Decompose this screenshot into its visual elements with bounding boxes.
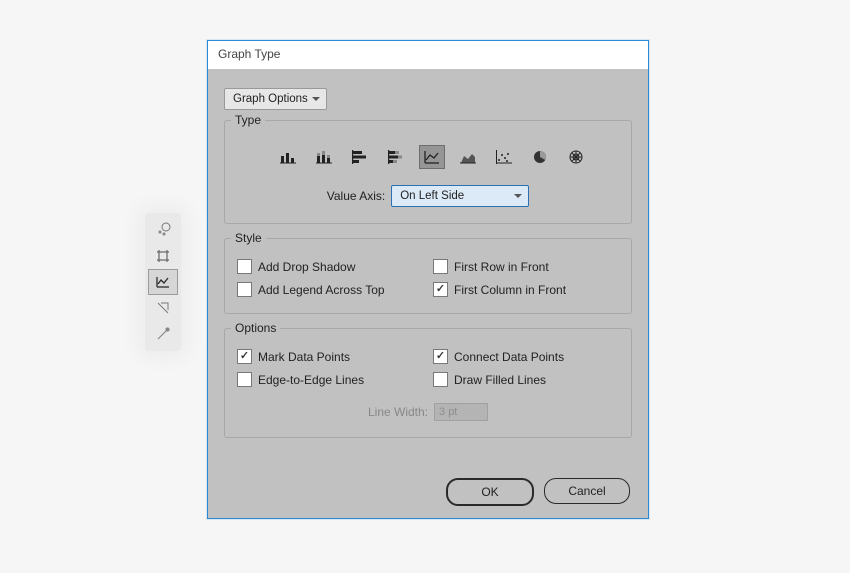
checkbox-label: Draw Filled Lines — [454, 373, 546, 387]
value-axis-value: On Left Side — [400, 190, 464, 202]
dialog-buttons: OK Cancel — [224, 478, 632, 506]
checkbox-label: Edge-to-Edge Lines — [258, 373, 364, 387]
checkbox-label: Add Drop Shadow — [258, 260, 355, 274]
group-style-legend: Style — [231, 231, 266, 245]
checkbox-first-row-in-front[interactable]: First Row in Front — [433, 259, 619, 274]
ok-button[interactable]: OK — [446, 478, 534, 506]
area-graph-icon[interactable] — [455, 145, 481, 169]
cancel-button[interactable]: Cancel — [544, 478, 630, 504]
checkbox-label: Mark Data Points — [258, 350, 350, 364]
line-width-input: 3 pt — [434, 403, 488, 421]
graph-type-dialog: Graph Type Graph Options Type — [207, 40, 649, 519]
group-style: Style Add Drop Shadow First Row in Front… — [224, 238, 632, 314]
checkbox-label: Add Legend Across Top — [258, 283, 385, 297]
dialog-body: Graph Options Type — [208, 70, 648, 518]
column-graph-icon[interactable] — [275, 145, 301, 169]
slice-tool-icon[interactable] — [148, 295, 178, 321]
value-axis-label: Value Axis: — [327, 189, 385, 203]
graph-options-select-label: Graph Options — [233, 93, 308, 105]
checkbox-mark-data-points[interactable]: Mark Data Points — [237, 349, 423, 364]
group-type-legend: Type — [231, 113, 265, 127]
eyedropper-tool-icon[interactable] — [148, 321, 178, 347]
graph-type-row — [275, 145, 619, 169]
spray-tool-icon[interactable] — [148, 217, 178, 243]
bar-graph-icon[interactable] — [347, 145, 373, 169]
group-options-legend: Options — [231, 321, 280, 335]
checkbox-label: First Column in Front — [454, 283, 566, 297]
pie-graph-icon[interactable] — [527, 145, 553, 169]
group-type: Type — [224, 120, 632, 224]
group-options: Options Mark Data Points Connect Data Po… — [224, 328, 632, 438]
checkbox-add-legend-across-top[interactable]: Add Legend Across Top — [237, 282, 423, 297]
graph-options-select[interactable]: Graph Options — [224, 88, 327, 110]
checkbox-edge-to-edge-lines[interactable]: Edge-to-Edge Lines — [237, 372, 423, 387]
stacked-bar-graph-icon[interactable] — [383, 145, 409, 169]
tool-palette — [145, 213, 181, 351]
cancel-button-label: Cancel — [568, 484, 605, 498]
checkbox-label: First Row in Front — [454, 260, 549, 274]
line-graph-icon[interactable] — [419, 145, 445, 169]
radar-graph-icon[interactable] — [563, 145, 589, 169]
artboard-tool-icon[interactable] — [148, 243, 178, 269]
checkbox-draw-filled-lines[interactable]: Draw Filled Lines — [433, 372, 619, 387]
dialog-title: Graph Type — [208, 41, 648, 70]
checkbox-connect-data-points[interactable]: Connect Data Points — [433, 349, 619, 364]
checkbox-label: Connect Data Points — [454, 350, 564, 364]
checkbox-first-column-in-front[interactable]: First Column in Front — [433, 282, 619, 297]
graph-tool-icon[interactable] — [148, 269, 178, 295]
stacked-column-graph-icon[interactable] — [311, 145, 337, 169]
line-width-label: Line Width: — [368, 405, 428, 419]
line-width-value: 3 pt — [439, 406, 457, 418]
checkbox-add-drop-shadow[interactable]: Add Drop Shadow — [237, 259, 423, 274]
value-axis-select[interactable]: On Left Side — [391, 185, 529, 207]
ok-button-label: OK — [481, 485, 498, 499]
scatter-graph-icon[interactable] — [491, 145, 517, 169]
